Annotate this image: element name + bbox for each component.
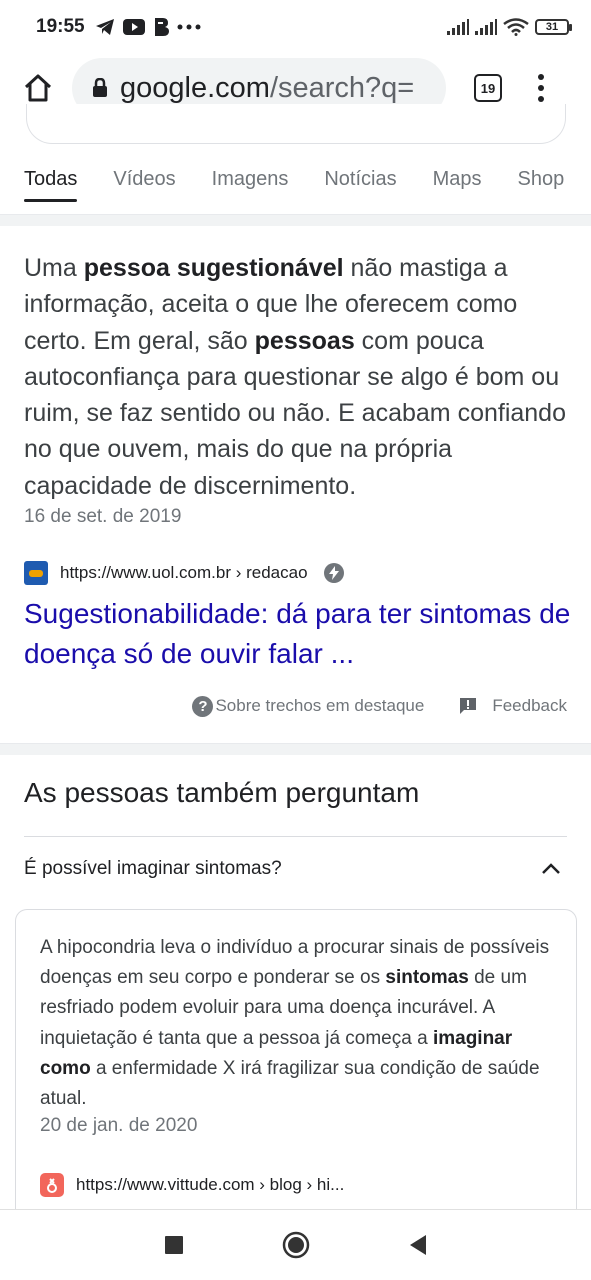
- snippet-source[interactable]: https://www.uol.com.br › redacao: [24, 561, 344, 585]
- paa-answer-source[interactable]: https://www.vittude.com › blog › hi...: [40, 1173, 344, 1197]
- divider: [24, 836, 567, 837]
- recent-apps-icon: [164, 1236, 183, 1254]
- status-app-icons: [95, 18, 201, 36]
- youtube-icon: [122, 19, 145, 35]
- url-path: /search?q=: [269, 71, 415, 104]
- answer-bold-segment: sintomas: [385, 967, 469, 989]
- back-button[interactable]: [398, 1225, 438, 1265]
- snippet-bold-segment: pessoas: [254, 326, 355, 355]
- snippet-bold-segment: pessoa sugestionável: [83, 254, 344, 282]
- home-button[interactable]: [18, 68, 58, 108]
- feedback-label: Feedback: [492, 696, 567, 715]
- tab-todas[interactable]: Todas: [24, 148, 78, 202]
- signal-icon: [475, 19, 497, 35]
- amp-lightning-icon: [323, 563, 344, 583]
- tab-noticias[interactable]: Notícias: [324, 148, 396, 202]
- feedback-link[interactable]: Feedback: [458, 696, 567, 716]
- more-menu-button[interactable]: [538, 74, 544, 102]
- tab-maps[interactable]: Maps: [433, 148, 482, 202]
- snippet-result-link[interactable]: Sugestionabilidade: dá para ter sintomas…: [24, 594, 572, 674]
- snippet-footer: ? Sobre trechos em destaque Feedback: [0, 692, 591, 720]
- tab-imagens[interactable]: Imagens: [212, 148, 289, 202]
- answer-segment: a enfermidade X irá fragilizar sua condi…: [40, 1057, 540, 1110]
- status-time: 19:55: [36, 16, 85, 37]
- uol-favicon-icon: [24, 561, 48, 585]
- status-indicators: 31: [447, 18, 572, 36]
- system-navigation-bar: [0, 1209, 591, 1280]
- home-circle-icon: [282, 1231, 309, 1259]
- url-text: google.com/search?q=: [120, 72, 414, 105]
- search-box-edge: [26, 104, 566, 144]
- system-home-button[interactable]: [276, 1225, 316, 1265]
- paa-source-url: https://www.vittude.com › blog › hi...: [76, 1175, 345, 1194]
- about-snippets-link[interactable]: ? Sobre trechos em destaque: [192, 695, 425, 717]
- featured-snippet-text: Uma pessoa sugestionável não mastiga a i…: [24, 250, 572, 504]
- status-bar: 19:55 31: [0, 0, 591, 54]
- about-snippets-label: Sobre trechos em destaque: [215, 696, 425, 715]
- recent-apps-button[interactable]: [154, 1225, 194, 1265]
- tab-switcher-button[interactable]: 19: [474, 74, 502, 102]
- more-dots-icon: [177, 24, 201, 30]
- snippet-segment: Uma: [24, 254, 84, 282]
- tab-videos[interactable]: Vídeos: [113, 148, 175, 202]
- help-icon: ?: [192, 695, 214, 717]
- lock-icon: [93, 78, 107, 97]
- vittude-favicon-icon: [40, 1173, 64, 1197]
- home-icon: [24, 74, 52, 102]
- chevron-up-icon: [542, 863, 560, 874]
- source-url: https://www.uol.com.br › redacao: [60, 563, 308, 582]
- paa-answer-text: A hipocondria leva o indivíduo a procura…: [40, 933, 550, 1114]
- b-app-icon: [154, 18, 169, 36]
- section-divider: [0, 743, 591, 755]
- tab-shopping[interactable]: Shop: [518, 148, 565, 202]
- url-host: google.com: [120, 71, 270, 104]
- snippet-date: 16 de set. de 2019: [24, 506, 182, 527]
- people-also-ask-title: As pessoas também perguntam: [24, 777, 420, 808]
- feedback-icon: [460, 698, 477, 714]
- back-icon: [409, 1235, 426, 1255]
- wifi-icon: [503, 18, 529, 36]
- section-divider: [0, 214, 591, 226]
- paa-answer-date: 20 de jan. de 2020: [40, 1115, 198, 1136]
- paa-question[interactable]: É possível imaginar sintomas?: [24, 858, 567, 880]
- battery-indicator: 31: [535, 19, 572, 35]
- paa-question-text: É possível imaginar sintomas?: [24, 858, 282, 879]
- telegram-icon: [95, 19, 114, 35]
- signal-icon: [447, 19, 469, 35]
- search-tabs: Todas Vídeos Imagens Notícias Maps Shop: [0, 148, 591, 214]
